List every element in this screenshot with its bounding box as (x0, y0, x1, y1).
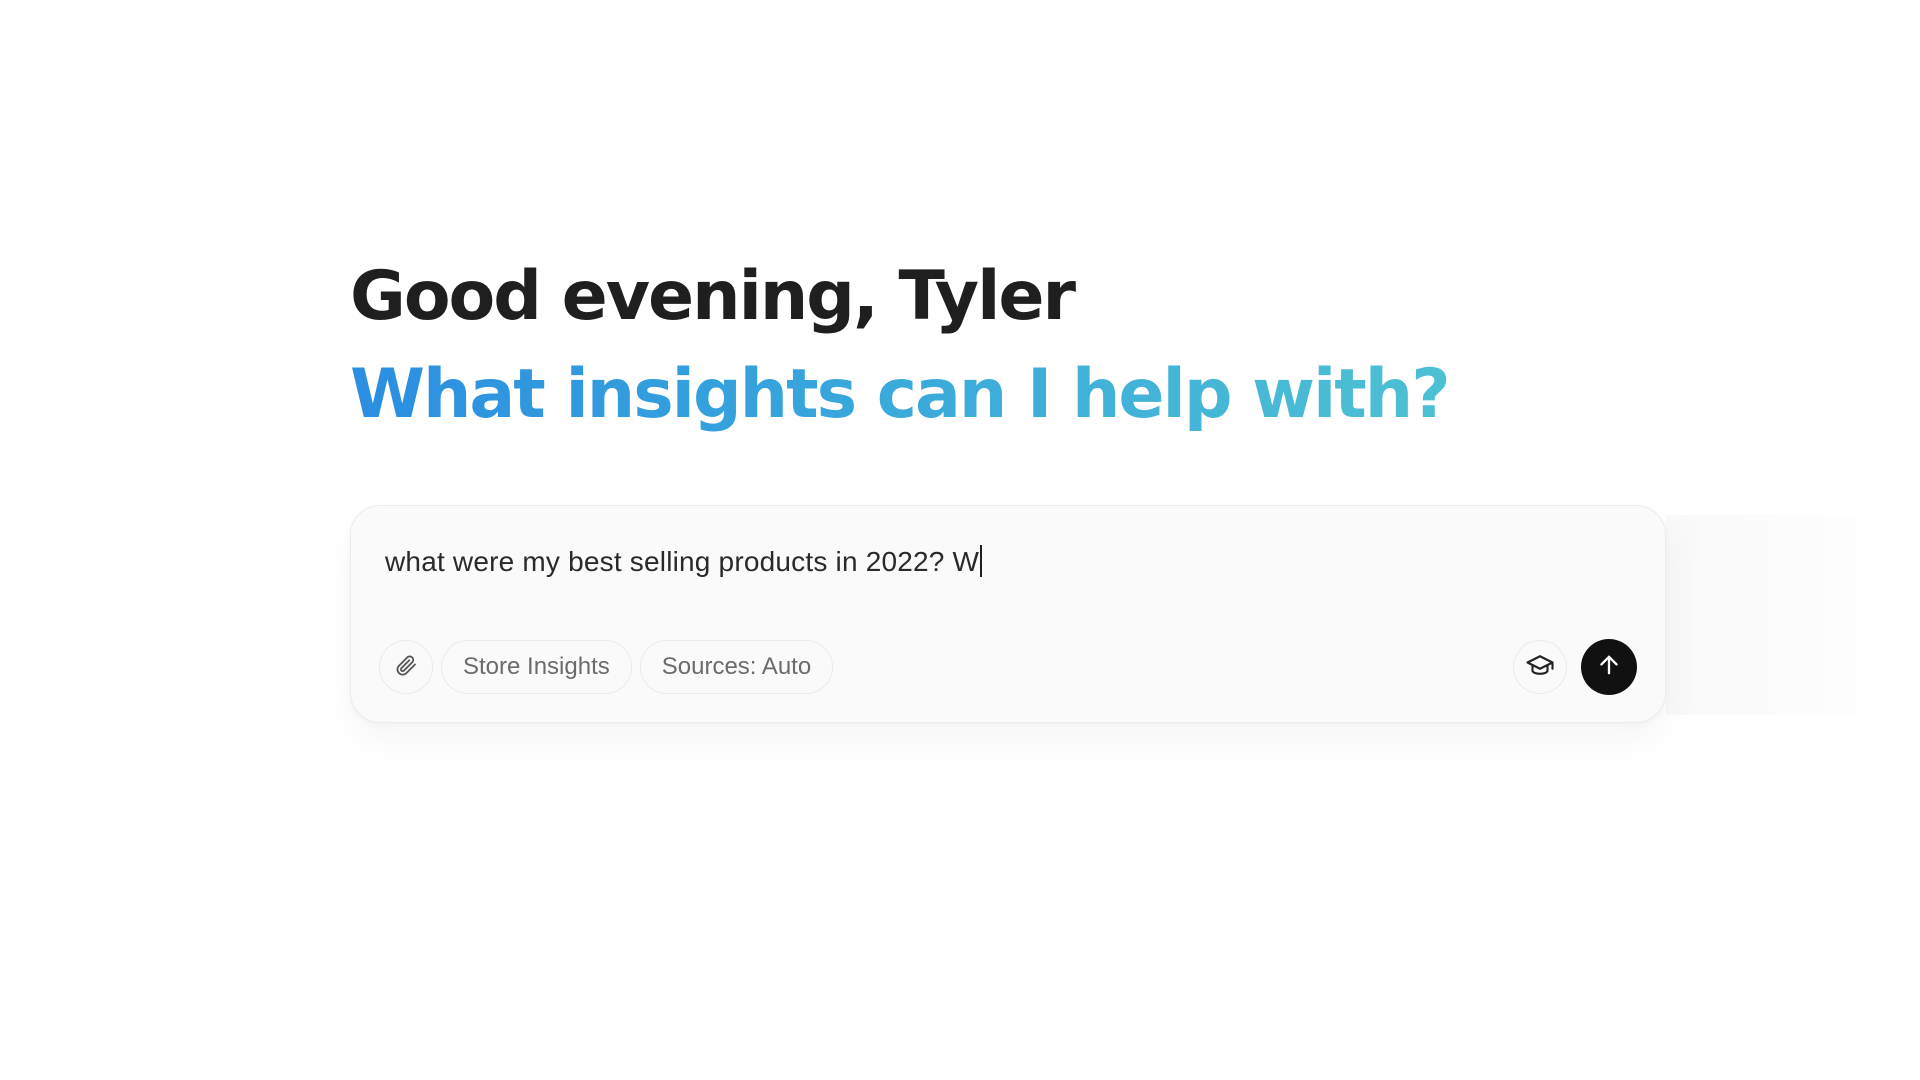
paperclip-icon (394, 653, 418, 682)
learn-mode-button[interactable] (1513, 640, 1567, 694)
right-edge-fade (1666, 515, 1920, 715)
greeting-title: Good evening, Tyler (350, 257, 1076, 336)
chat-composer: what were my best selling products in 20… (350, 505, 1666, 723)
store-insights-chip[interactable]: Store Insights (441, 640, 632, 694)
composer-toolbar: Store Insights Sources: Auto (379, 639, 1637, 695)
query-input-value: what were my best selling products in 20… (385, 546, 980, 577)
send-button[interactable] (1581, 639, 1637, 695)
heading-block: Good evening, Tyler What insights can I … (350, 252, 1650, 440)
sources-chip[interactable]: Sources: Auto (639, 640, 834, 694)
sources-label: Sources: Auto (661, 653, 812, 680)
attach-button[interactable] (379, 640, 433, 694)
store-insights-label: Store Insights (463, 653, 610, 680)
subheading-prompt: What insights can I help with? (350, 350, 1451, 440)
page: Good evening, Tyler What insights can I … (0, 0, 1920, 1080)
arrow-up-icon (1595, 651, 1623, 684)
query-input[interactable]: what were my best selling products in 20… (385, 545, 983, 578)
graduation-cap-icon (1525, 650, 1555, 685)
text-caret (980, 545, 983, 577)
